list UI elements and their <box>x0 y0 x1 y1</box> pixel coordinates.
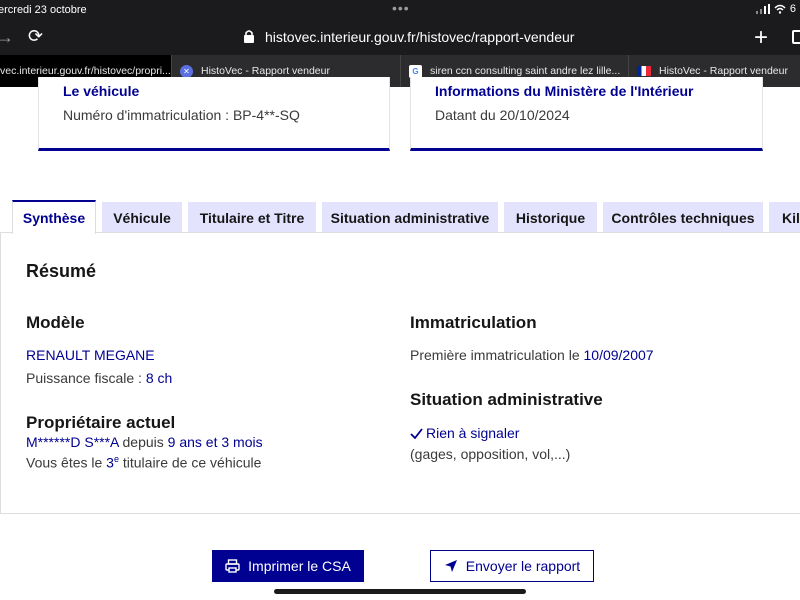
home-indicator <box>274 589 526 594</box>
signal-icon <box>755 4 770 14</box>
printer-icon <box>225 559 240 573</box>
modele-heading: Modèle <box>26 313 85 332</box>
fiscal-power-label: Puissance fiscale : <box>26 370 146 386</box>
page-content: Le véhicule Numéro d'immatriculation : B… <box>0 77 800 600</box>
card-title: Informations du Ministère de l'Intérieur <box>435 83 694 99</box>
status-date: ercredi 23 octobre <box>0 4 87 16</box>
tab-controles[interactable]: Contrôles techniques <box>603 202 763 233</box>
owner-name: M******D S***A <box>26 434 119 450</box>
browser-tab-label: vec.interieur.gouv.fr/histovec/propri... <box>0 65 171 77</box>
fiscal-power-value: 8 ch <box>145 370 173 386</box>
synthese-panel: Résumé Modèle RENAULT MEGANE Puissance f… <box>0 232 800 514</box>
vehicle-card: Le véhicule Numéro d'immatriculation : B… <box>38 77 390 151</box>
more-dots-icon[interactable]: ••• <box>392 0 410 16</box>
lock-icon <box>244 30 254 43</box>
browser-tab-label: HistoVec - Rapport vendeur <box>659 65 788 77</box>
owner-rank-prefix: Vous êtes le <box>26 454 107 471</box>
proprietaire-heading: Propriétaire actuel <box>26 413 176 432</box>
send-icon <box>444 560 457 572</box>
google-icon: G <box>409 64 422 78</box>
tab-kilometrage[interactable]: Kilo <box>769 202 800 233</box>
owner-line: M******D S***A depuis 9 ans et 3 mois <box>26 434 263 450</box>
owner-duration: 9 ans et 3 mois <box>167 434 263 450</box>
owner-rank-suffix: titulaire de ce véhicule <box>118 454 262 471</box>
situation-status: Rien à signaler <box>410 425 519 441</box>
situation-heading: Situation administrative <box>410 390 603 409</box>
forward-icon[interactable]: → <box>0 27 14 48</box>
summary-heading: Résumé <box>26 261 97 281</box>
check-icon <box>410 427 423 439</box>
first-registration-date: 10/09/2007 <box>583 347 654 363</box>
card-text: Datant du 20/10/2024 <box>435 107 570 123</box>
url-field[interactable]: histovec.interieur.gouv.fr/histovec/rapp… <box>265 29 574 45</box>
tab-historique[interactable]: Historique <box>504 202 597 233</box>
new-tab-icon[interactable]: + <box>754 24 768 52</box>
report-tabs: Synthèse Véhicule Titulaire et Titre Sit… <box>0 200 800 234</box>
browser-tab-label: HistoVec - Rapport vendeur <box>201 65 330 77</box>
situation-status-text: Rien à signaler <box>426 425 520 441</box>
ministry-card: Informations du Ministère de l'Intérieur… <box>410 77 763 151</box>
tab-vehicule[interactable]: Véhicule <box>102 202 182 233</box>
tabs-overview-icon[interactable] <box>792 30 800 44</box>
owner-rank: Vous êtes le 3e titulaire de ce véhicule <box>26 454 261 471</box>
address-bar: → ⟳ histovec.interieur.gouv.fr/histovec/… <box>0 20 800 55</box>
tab-situation[interactable]: Situation administrative <box>322 202 498 233</box>
browser-tab-label: siren ccn consulting saint andre lez lil… <box>430 65 621 77</box>
print-button-label: Imprimer le CSA <box>248 558 351 574</box>
status-bar: ercredi 23 octobre ••• 6 <box>0 0 800 20</box>
send-report-button[interactable]: Envoyer le rapport <box>430 550 594 582</box>
vehicle-model: RENAULT MEGANE <box>26 347 155 363</box>
tab-titulaire[interactable]: Titulaire et Titre <box>188 202 316 233</box>
battery-level: 6 <box>789 3 796 15</box>
first-registration: Première immatriculation le 10/09/2007 <box>410 347 654 363</box>
owner-since-label: depuis <box>118 434 168 450</box>
histovec-icon: ✕ <box>180 64 193 78</box>
wifi-icon <box>774 4 786 14</box>
print-button[interactable]: Imprimer le CSA <box>212 550 364 582</box>
card-text: Numéro d'immatriculation : BP-4**-SQ <box>63 107 300 123</box>
fiscal-power: Puissance fiscale : 8 ch <box>26 370 172 386</box>
immatriculation-heading: Immatriculation <box>410 313 537 332</box>
status-indicators: 6 <box>755 3 796 15</box>
first-registration-label: Première immatriculation le <box>410 347 584 363</box>
owner-rank-number: 3 <box>106 454 114 471</box>
tab-synthese[interactable]: Synthèse <box>12 200 96 234</box>
situation-details: (gages, opposition, vol,...) <box>410 446 571 462</box>
french-flag-icon <box>637 66 651 76</box>
send-button-label: Envoyer le rapport <box>465 558 581 574</box>
reload-icon[interactable]: ⟳ <box>28 26 43 47</box>
card-title: Le véhicule <box>63 83 140 99</box>
